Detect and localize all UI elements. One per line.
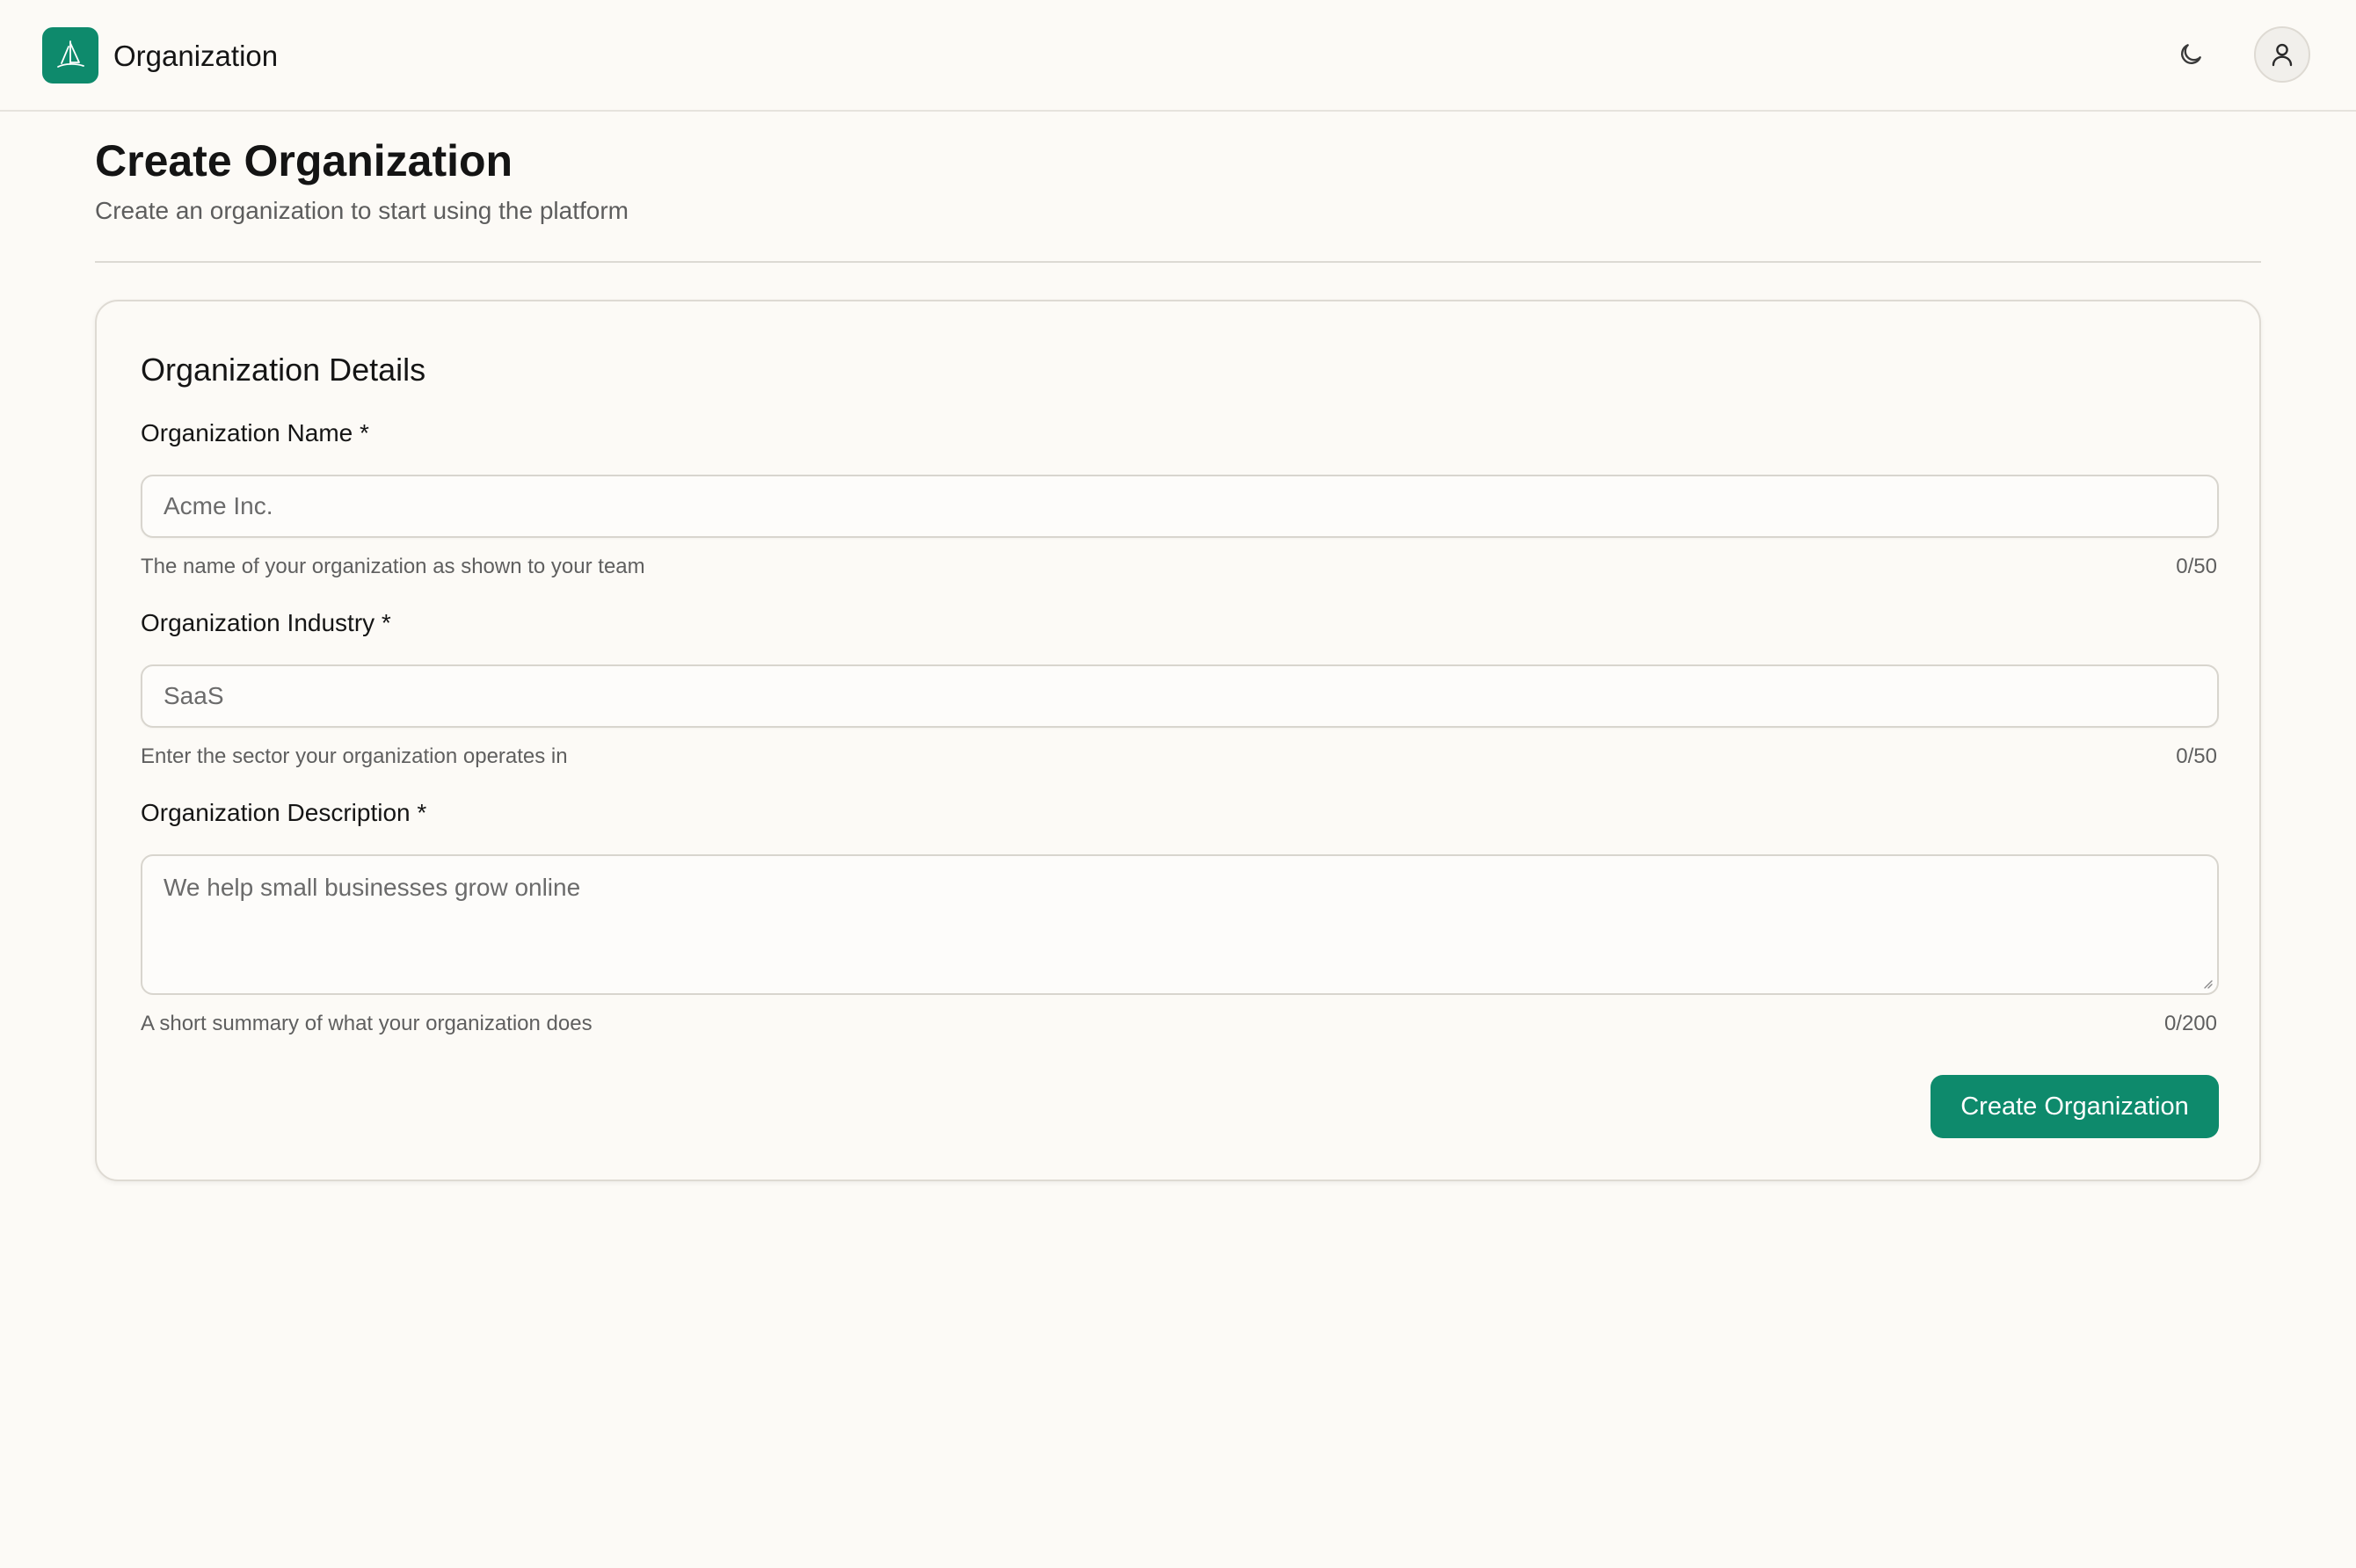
page-title: Create Organization (95, 136, 513, 185)
top-bar: Organization (0, 0, 2356, 112)
organization-industry-input[interactable]: SaaS (141, 664, 2219, 728)
header-divider (95, 261, 2261, 263)
organization-details-card: Organization Details Organization Name *… (95, 300, 2261, 1181)
sailboat-logo-icon[interactable] (42, 27, 98, 83)
organization-description-counter: 0/200 (2163, 1012, 2217, 1035)
organization-name-counter: 0/50 (2176, 555, 2217, 578)
organization-name-input[interactable]: Acme Inc. (141, 475, 2219, 538)
user-icon (2272, 43, 2293, 67)
organization-name-label: Organization Name * (141, 419, 369, 446)
create-organization-button[interactable]: Create Organization (1931, 1075, 2219, 1138)
organization-name-placeholder: Acme Inc. (164, 492, 273, 519)
moon-icon[interactable] (2175, 39, 2207, 70)
resize-handle-icon[interactable] (2200, 976, 2214, 990)
organization-description-textarea[interactable]: We help small businesses grow online (141, 854, 2219, 995)
organization-description-hint: A short summary of what your organizatio… (141, 1012, 593, 1035)
organization-description-label: Organization Description * (141, 799, 427, 826)
card-title: Organization Details (141, 352, 426, 388)
organization-industry-counter: 0/50 (2176, 744, 2217, 768)
page-subtitle: Create an organization to start using th… (95, 197, 629, 224)
organization-industry-placeholder: SaaS (164, 682, 224, 709)
organization-industry-label: Organization Industry * (141, 609, 391, 636)
app-title: Organization (113, 40, 279, 72)
organization-name-hint: The name of your organization as shown t… (141, 555, 645, 578)
user-account-button[interactable] (2254, 26, 2310, 83)
organization-description-placeholder: We help small businesses grow online (164, 874, 581, 901)
organization-industry-hint: Enter the sector your organization opera… (141, 744, 568, 768)
